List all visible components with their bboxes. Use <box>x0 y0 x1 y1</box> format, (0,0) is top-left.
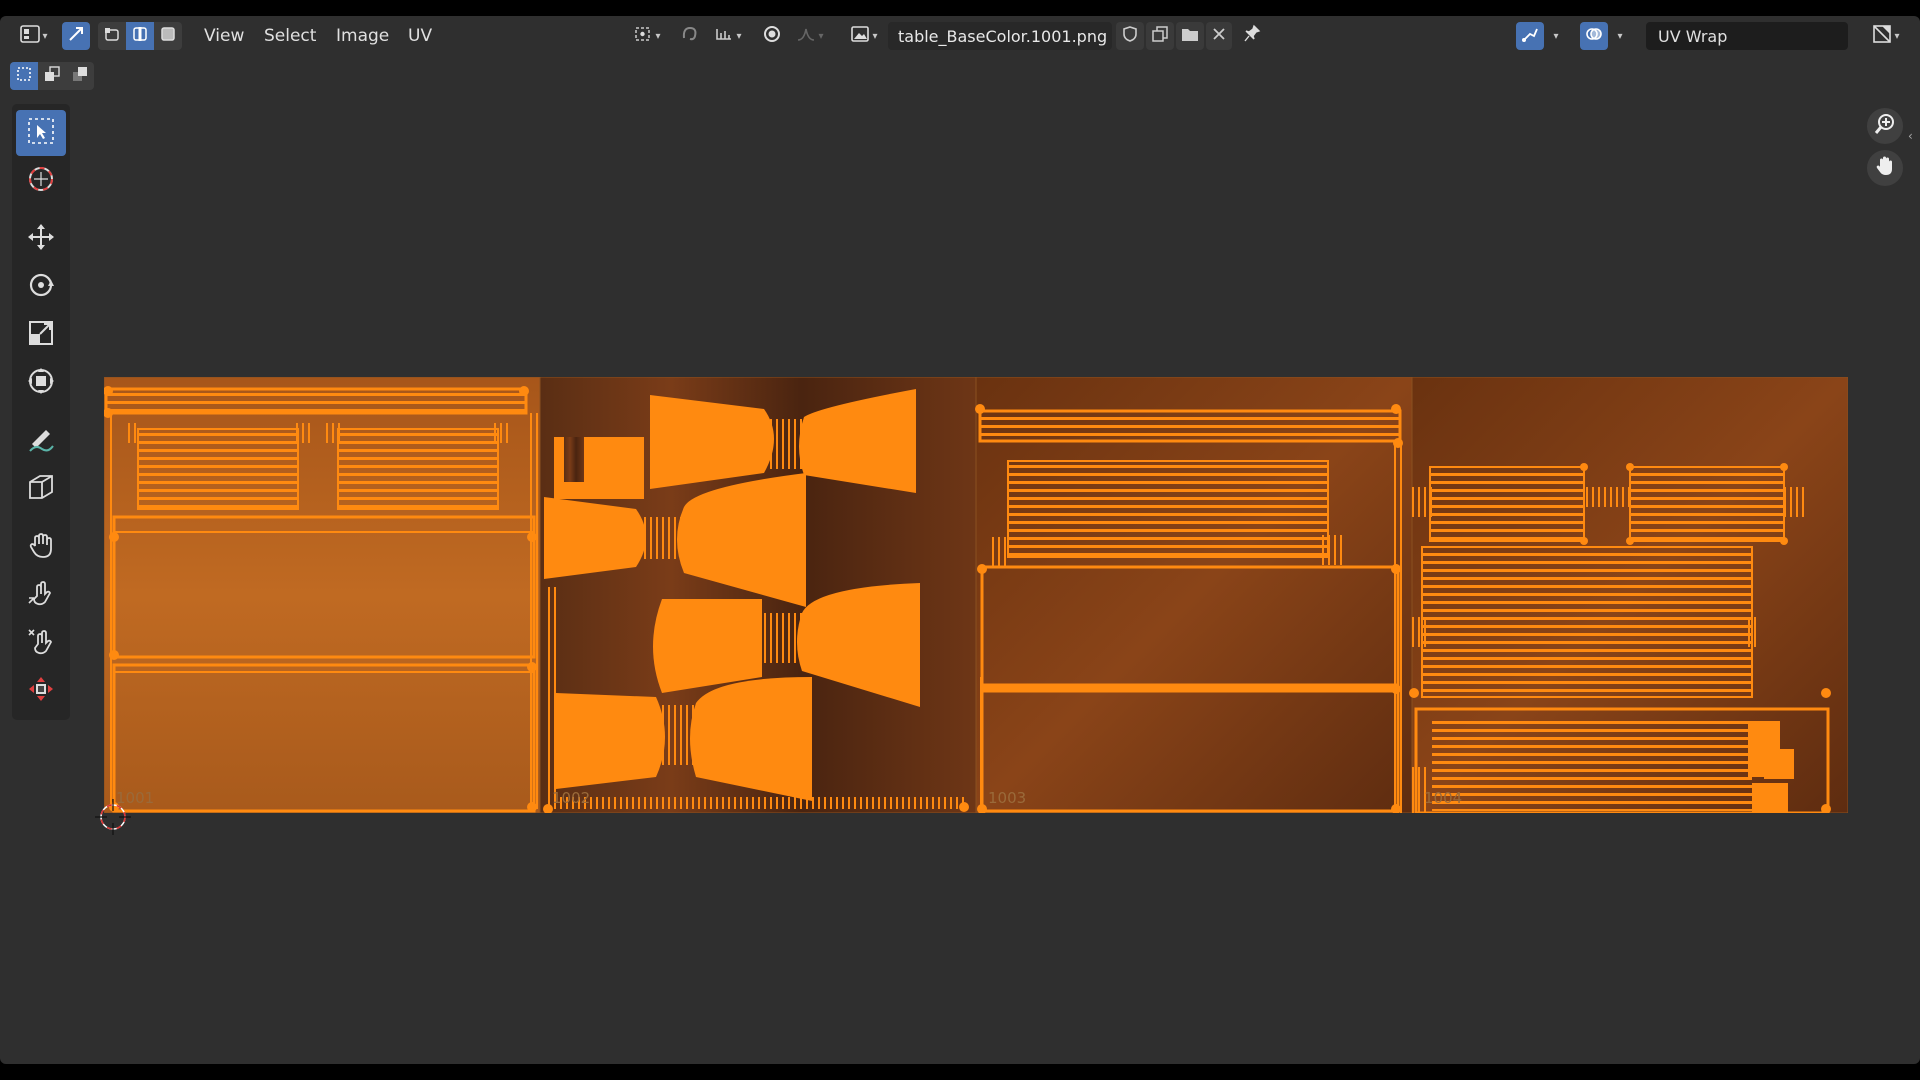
hand-pan-icon <box>1873 154 1897 182</box>
cursor-target-icon <box>93 799 133 841</box>
select-extend-button[interactable] <box>38 62 66 90</box>
udim-tile-label: 1002 <box>552 789 591 807</box>
snap-icon <box>714 25 734 48</box>
zoom-view-button[interactable] <box>1867 108 1903 144</box>
duplicate-icon <box>1151 25 1169 48</box>
gizmo-toggle-button[interactable] <box>1516 22 1544 50</box>
image-editor-icon <box>20 24 41 48</box>
overlay-toggle-button[interactable] <box>1580 22 1608 50</box>
sample-icon <box>26 674 56 708</box>
tool-cursor[interactable] <box>16 158 66 204</box>
tool-sample[interactable] <box>16 668 66 714</box>
box-select-mode-group <box>10 62 94 90</box>
image-browse-button[interactable]: ▾ <box>844 22 884 50</box>
uv-canvas[interactable]: 1001 1002 1003 1004 <box>104 377 1848 813</box>
new-image-button[interactable] <box>1146 22 1174 50</box>
uv-sync-icon <box>67 25 85 48</box>
folder-icon <box>1180 25 1200 48</box>
shield-icon <box>1122 25 1138 48</box>
unlink-image-button[interactable] <box>1206 22 1232 50</box>
channels-icon <box>1872 24 1892 49</box>
tool-grab[interactable] <box>16 524 66 570</box>
select-subtract-button[interactable] <box>66 62 94 90</box>
move-icon <box>26 222 56 256</box>
select-subtract-icon <box>72 66 88 86</box>
pivot-icon <box>633 25 653 48</box>
uv-map-selector[interactable]: UV Wrap <box>1646 22 1848 50</box>
status-bar <box>0 1064 1920 1080</box>
pin-icon <box>1243 24 1261 49</box>
vertex-select-button[interactable] <box>98 22 126 50</box>
tool-shelf <box>12 104 70 720</box>
tool-rip-region[interactable] <box>16 466 66 512</box>
proportional-falloff-button[interactable]: ▾ <box>790 22 830 50</box>
pin-image-button[interactable] <box>1238 22 1266 50</box>
face-select-button[interactable] <box>154 22 182 50</box>
select-box-icon <box>26 116 56 150</box>
close-icon <box>1212 26 1226 46</box>
falloff-curve-icon <box>796 25 816 48</box>
zoom-icon <box>1873 112 1897 140</box>
face-select-icon <box>160 26 176 46</box>
uv-sync-button[interactable] <box>62 22 90 50</box>
udim-tile-label: 1003 <box>988 789 1027 807</box>
tool-relax[interactable] <box>16 572 66 618</box>
pivot-point-button[interactable]: ▾ <box>626 22 668 50</box>
relax-icon <box>26 578 56 612</box>
menu-view[interactable]: View <box>198 22 250 50</box>
select-extend-icon <box>44 66 60 86</box>
display-channels-button[interactable]: ▾ <box>1866 22 1906 50</box>
tool-pinch[interactable] <box>16 620 66 666</box>
hand-grab-icon <box>26 530 56 564</box>
menu-uv[interactable]: UV <box>402 22 438 50</box>
overlay-dropdown[interactable]: ▾ <box>1610 22 1628 50</box>
fake-user-button[interactable] <box>1116 22 1144 50</box>
image-browse-icon <box>850 24 870 49</box>
proportional-edit-button[interactable] <box>758 22 786 50</box>
transform-icon <box>26 366 56 400</box>
pinch-icon <box>26 626 56 660</box>
menu-select[interactable]: Select <box>258 22 322 50</box>
tool-move[interactable] <box>16 216 66 262</box>
sidebar-toggle-icon[interactable]: ‹ <box>1908 129 1913 143</box>
overlay-icon <box>1585 25 1603 48</box>
open-image-button[interactable] <box>1176 22 1204 50</box>
gizmo-dropdown[interactable]: ▾ <box>1546 22 1564 50</box>
udim-tile-label: 1004 <box>1424 789 1463 807</box>
uv-editor: ▾ View Select Image UV ▾ ▾ ▾ ▾ table_Bas… <box>0 16 1920 1064</box>
gizmo-icon <box>1521 25 1539 48</box>
edge-select-button[interactable] <box>126 22 154 50</box>
select-new-icon <box>16 66 32 86</box>
edge-select-icon <box>132 26 148 46</box>
image-name-field[interactable]: table_BaseColor.1001.png <box>888 22 1112 50</box>
tool-rotate[interactable] <box>16 264 66 310</box>
tool-scale[interactable] <box>16 312 66 358</box>
sticky-select-icon <box>680 24 700 49</box>
cursor-icon <box>26 164 56 198</box>
scale-icon <box>26 318 56 352</box>
select-mode-group <box>98 22 182 50</box>
proportional-edit-icon <box>762 24 782 49</box>
tool-annotate[interactable] <box>16 418 66 464</box>
tool-select-box[interactable] <box>16 110 66 156</box>
editor-type-button[interactable]: ▾ <box>14 22 54 50</box>
snap-button[interactable]: ▾ <box>706 22 750 50</box>
pan-view-button[interactable] <box>1867 150 1903 186</box>
vertex-select-icon <box>104 26 120 46</box>
rip-icon <box>26 472 56 506</box>
2d-cursor[interactable] <box>93 797 133 841</box>
uv-sticky-select-button[interactable] <box>676 22 704 50</box>
annotate-icon <box>26 424 56 458</box>
select-new-button[interactable] <box>10 62 38 90</box>
editor-header: ▾ View Select Image UV ▾ ▾ ▾ ▾ table_Bas… <box>0 16 1920 56</box>
rotate-icon <box>26 270 56 304</box>
tool-transform[interactable] <box>16 360 66 406</box>
menu-image[interactable]: Image <box>330 22 395 50</box>
